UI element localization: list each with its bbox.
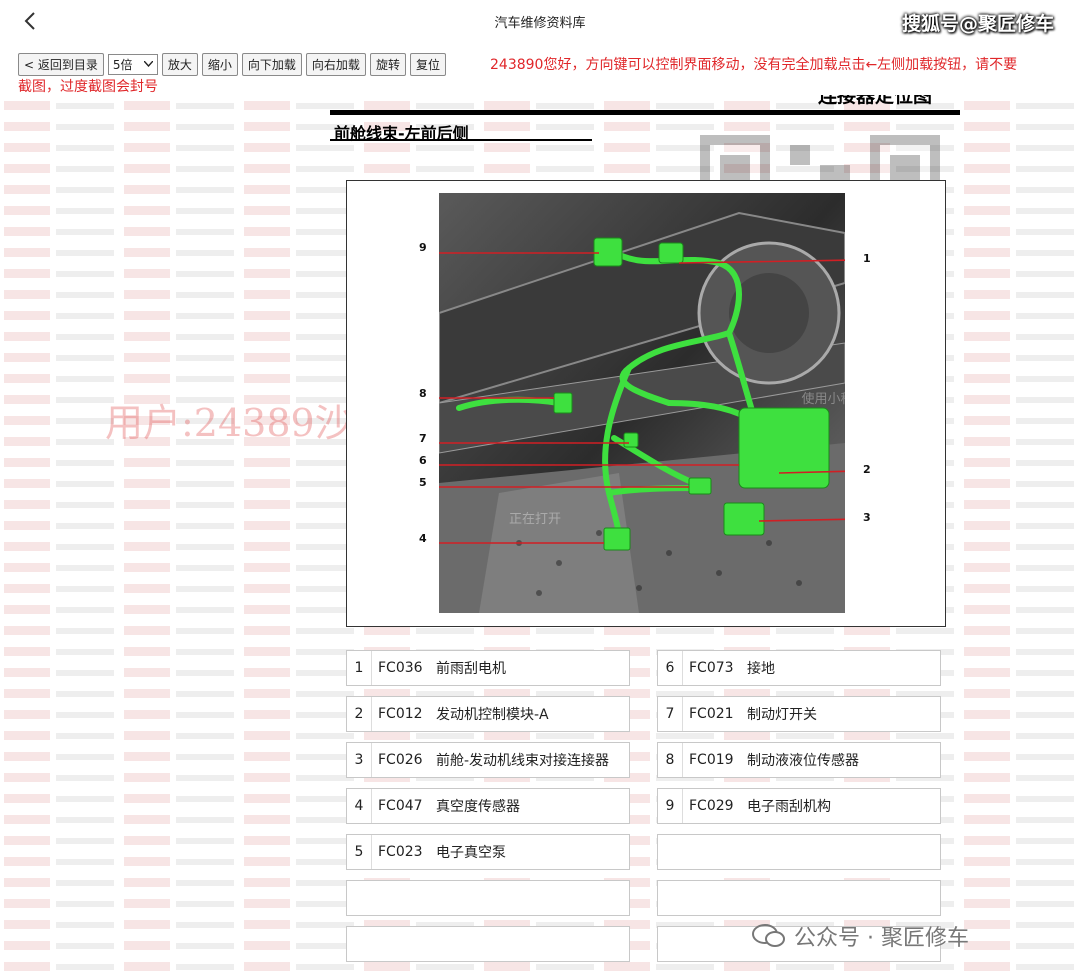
table-row-empty — [657, 834, 941, 870]
legend-num: 8 — [665, 752, 675, 768]
legend-code: FC026 — [371, 743, 434, 777]
rotate-button[interactable]: 旋转 — [369, 52, 406, 76]
callout-9: 9 — [419, 241, 427, 254]
callout-4: 4 — [419, 532, 427, 545]
table-row: 8 FC019 制动液液位传感器 — [657, 742, 941, 778]
zoom-select[interactable]: 5倍 — [107, 53, 158, 75]
back-to-list-button[interactable]: < 返回到目录 — [18, 52, 104, 76]
reset-button[interactable]: 复位 — [409, 52, 446, 76]
document-heading: 连接器定位图 — [818, 95, 933, 107]
legend-code: FC029 — [682, 789, 745, 823]
legend-code: FC023 — [371, 835, 434, 869]
table-row: 9 FC029 电子雨刮机构 — [657, 788, 941, 824]
zoom-out-button[interactable]: 缩小 — [201, 52, 238, 76]
footer-watermark: 公众号 · 聚匠修车 — [752, 920, 969, 952]
footer-watermark-text: 公众号 · 聚匠修车 — [794, 926, 969, 951]
zoom-in-button[interactable]: 放大 — [161, 52, 198, 76]
table-row: 3 FC026 前舱-发动机线束对接连接器 — [346, 742, 630, 778]
wechat-icon — [752, 924, 785, 947]
legend-code: FC073 — [682, 651, 745, 685]
table-row: 7 FC021 制动灯开关 — [657, 696, 941, 732]
callout-3: 3 — [863, 511, 871, 524]
connector-diagram: 正在打开 使用小程序 9 1 8 7 6 2 5 3 4 — [346, 180, 946, 627]
legend-name: 前舱-发动机线束对接连接器 — [436, 753, 610, 769]
callout-6: 6 — [419, 454, 427, 467]
legend-name: 电子雨刮机构 — [747, 799, 831, 815]
engine-bay-photo: 正在打开 使用小程序 — [439, 193, 845, 613]
legend-num: 4 — [354, 798, 364, 814]
callout-7: 7 — [419, 432, 427, 445]
chevron-down-icon — [143, 61, 153, 67]
legend-name: 前雨刮电机 — [436, 661, 506, 677]
callout-2: 2 — [863, 463, 871, 476]
legend-num: 7 — [665, 706, 675, 722]
legend-name: 电子真空泵 — [436, 845, 506, 861]
legend-num: 5 — [354, 844, 364, 860]
table-row: 2 FC012 发动机控制模块-A — [346, 696, 630, 732]
legend-name: 发动机控制模块-A — [436, 707, 549, 723]
legend-name: 制动液液位传感器 — [747, 753, 859, 769]
legend-name: 真空度传感器 — [436, 799, 520, 815]
subheading-rule — [330, 139, 592, 141]
table-row-empty — [346, 926, 630, 962]
legend-code: FC021 — [682, 697, 745, 731]
table-row: 6 FC073 接地 — [657, 650, 941, 686]
legend-num: 3 — [354, 752, 364, 768]
legend-num: 6 — [665, 660, 675, 676]
table-row: 4 FC047 真空度传感器 — [346, 788, 630, 824]
legend-code: FC047 — [371, 789, 434, 823]
zoom-select-value: 5倍 — [112, 57, 133, 72]
legend-code: FC036 — [371, 651, 434, 685]
table-row: 1 FC036 前雨刮电机 — [346, 650, 630, 686]
legend-num: 2 — [354, 706, 364, 722]
legend-name: 接地 — [747, 661, 775, 677]
legend-name: 制动灯开关 — [747, 707, 817, 723]
overlay-text-opening: 正在打开 — [509, 512, 561, 527]
callout-1: 1 — [863, 252, 871, 265]
legend-num: 9 — [665, 798, 675, 814]
overlay-text-miniprogram: 使用小程序 — [801, 391, 845, 407]
load-down-button[interactable]: 向下加载 — [241, 52, 302, 76]
table-row-empty — [657, 880, 941, 916]
viewer-toolbar: < 返回到目录 5倍 放大 缩小 向下加载 向右加载 旋转 复位 — [18, 52, 446, 76]
document-viewport[interactable]: 连接器定位图 前舱线束-左前后侧 用户:24389沙丁鱼 正在打开 使用小 9 … — [0, 95, 1080, 978]
corner-watermark: 搜狐号@聚匠修车 — [901, 13, 1054, 35]
callout-5: 5 — [419, 476, 427, 489]
load-right-button[interactable]: 向右加载 — [305, 52, 366, 76]
table-row-empty — [346, 880, 630, 916]
legend-code: FC012 — [371, 697, 434, 731]
table-row: 5 FC023 电子真空泵 — [346, 834, 630, 870]
legend-code: FC019 — [682, 743, 745, 777]
legend-num: 1 — [354, 660, 364, 676]
heading-rule — [330, 110, 960, 115]
app-header: 汽车维修资料库 搜狐号@聚匠修车 — [0, 0, 1080, 42]
callout-8: 8 — [419, 387, 427, 400]
